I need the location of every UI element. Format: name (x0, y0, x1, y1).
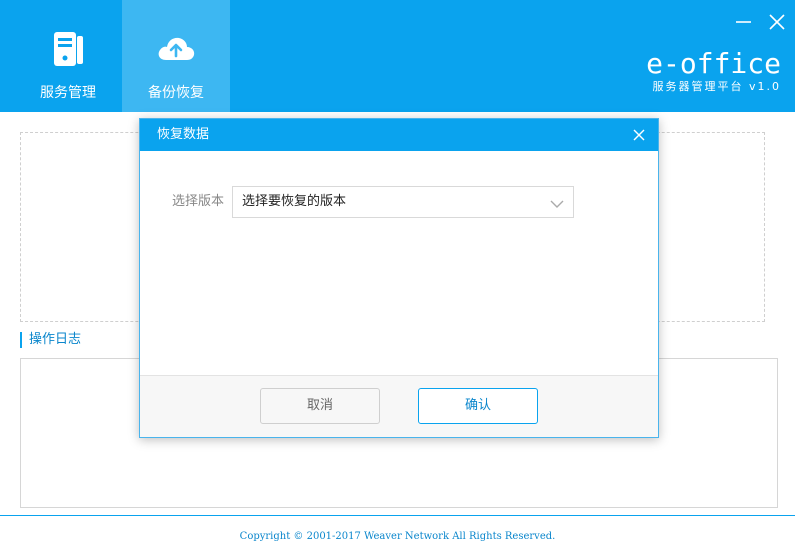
chevron-down-icon (549, 196, 565, 210)
minimize-icon[interactable] (733, 11, 755, 33)
app-header: 服务管理 备份恢复 e-office 服务器管理平台 v1.0 (0, 0, 795, 112)
version-label: 选择版本 (172, 194, 225, 209)
restore-data-dialog: 恢复数据 选择版本 选择要恢复的版本 取消 确认 (139, 118, 659, 438)
dialog-title: 恢复数据 (157, 127, 210, 142)
close-icon[interactable] (766, 11, 788, 33)
close-icon[interactable] (630, 126, 648, 144)
brand-name: e-office (646, 47, 781, 80)
server-icon (14, 30, 122, 68)
version-select[interactable]: 选择要恢复的版本 (232, 186, 574, 218)
nav-item-label: 服务管理 (40, 85, 96, 101)
brand-subtitle: 服务器管理平台 v1.0 (652, 80, 781, 93)
version-select-value: 选择要恢复的版本 (242, 194, 347, 209)
dialog-footer: 取消 确认 (140, 375, 658, 437)
cloud-upload-icon (122, 30, 230, 68)
confirm-button[interactable]: 确认 (418, 388, 538, 424)
nav-item-backup-restore[interactable]: 备份恢复 (122, 0, 230, 112)
nav-item-service-management[interactable]: 服务管理 (14, 0, 122, 112)
dialog-header: 恢复数据 (140, 119, 658, 151)
nav-item-label: 备份恢复 (148, 85, 204, 101)
cancel-button[interactable]: 取消 (260, 388, 380, 424)
brand: e-office 服务器管理平台 v1.0 (646, 48, 781, 94)
